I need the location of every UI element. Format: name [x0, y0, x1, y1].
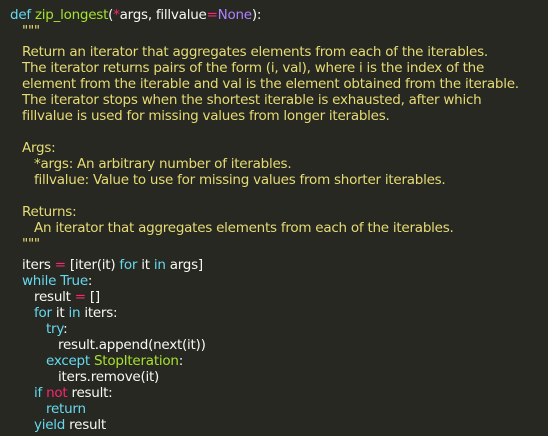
var-it: it — [141, 257, 150, 273]
code-line-remove: iters.remove(it) — [58, 369, 160, 385]
docstring-arg-line: *args: An arbitrary number of iterables. — [34, 156, 292, 172]
keyword-in: in — [153, 257, 166, 273]
docstring-args-header: Args: — [22, 140, 56, 156]
keyword-for: for — [119, 257, 138, 273]
colon: : — [87, 273, 93, 289]
colon: : — [178, 353, 184, 369]
code-line-if: if not result: — [10, 385, 548, 401]
var-args: args] — [169, 257, 203, 273]
code-line-try: try: — [10, 321, 548, 337]
keyword-true: True — [60, 273, 88, 289]
docstring-arg-line: fillvalue: Value to use for missing valu… — [34, 172, 446, 188]
code-line-while: while True: — [10, 273, 548, 289]
keyword-def: def — [10, 7, 31, 23]
none-constant: None — [217, 7, 252, 23]
docstring-line: The iterator returns pairs of the form (… — [22, 60, 485, 76]
code-line-yield: yield result — [10, 417, 548, 433]
docstring-line: element from the iterable and val is the… — [22, 76, 519, 92]
docstring-close: """ — [22, 236, 40, 252]
var-result: result — [34, 289, 71, 305]
var-iters: iters — [22, 257, 51, 273]
var-it: it — [55, 305, 65, 321]
code-line-def: def zip_longest(*args, fillvalue=None): — [10, 7, 548, 23]
docstring-line: fillvalue is used for missing values fro… — [22, 108, 390, 124]
colon: : — [113, 305, 118, 321]
keyword-not: not — [46, 385, 68, 401]
code-line-append: result.append(next(it)) — [58, 337, 206, 353]
colon: : — [63, 321, 68, 337]
docstring-returns-line: An iterator that aggregates elements fro… — [34, 220, 454, 236]
keyword-for: for — [34, 305, 52, 321]
code-line-for: for it in iters: — [10, 305, 548, 321]
docstring-line: Return an iterator that aggregates eleme… — [22, 44, 488, 60]
var-result: result — [69, 417, 106, 433]
code-line-result-init: result = [] — [10, 289, 548, 305]
code-editor[interactable]: def zip_longest(*args, fillvalue=None): … — [0, 0, 548, 436]
code-line-except: except StopIteration: — [10, 353, 548, 369]
code-line-return: return — [10, 401, 548, 417]
keyword-in: in — [68, 305, 81, 321]
keyword-return: return — [46, 401, 86, 417]
keyword-except: except — [46, 353, 90, 369]
equals-operator: = — [74, 289, 86, 305]
docstring-returns-header: Returns: — [22, 204, 77, 220]
keyword-try: try — [46, 321, 64, 337]
colon: : — [108, 385, 113, 401]
keyword-yield: yield — [34, 417, 66, 433]
signature-args: args, fillvalue — [119, 7, 207, 23]
docstring-line: The iterator stops when the shortest ite… — [22, 92, 482, 108]
equals-operator: = — [206, 7, 218, 23]
equals-operator: = — [54, 257, 66, 273]
empty-list: [] — [89, 289, 100, 305]
code-line-iters: iters = [iter(it) for it in args] — [10, 257, 548, 273]
docstring-open: """ — [22, 23, 40, 39]
class-stop-iteration: StopIteration — [93, 353, 179, 369]
keyword-while: while — [22, 273, 57, 289]
var-iters: iters — [84, 305, 113, 321]
paren-close: ): — [251, 7, 262, 23]
keyword-if: if — [34, 385, 43, 401]
var-result: result — [71, 385, 109, 401]
iter-call: [iter(it) — [69, 257, 116, 273]
function-name: zip_longest — [34, 7, 109, 23]
